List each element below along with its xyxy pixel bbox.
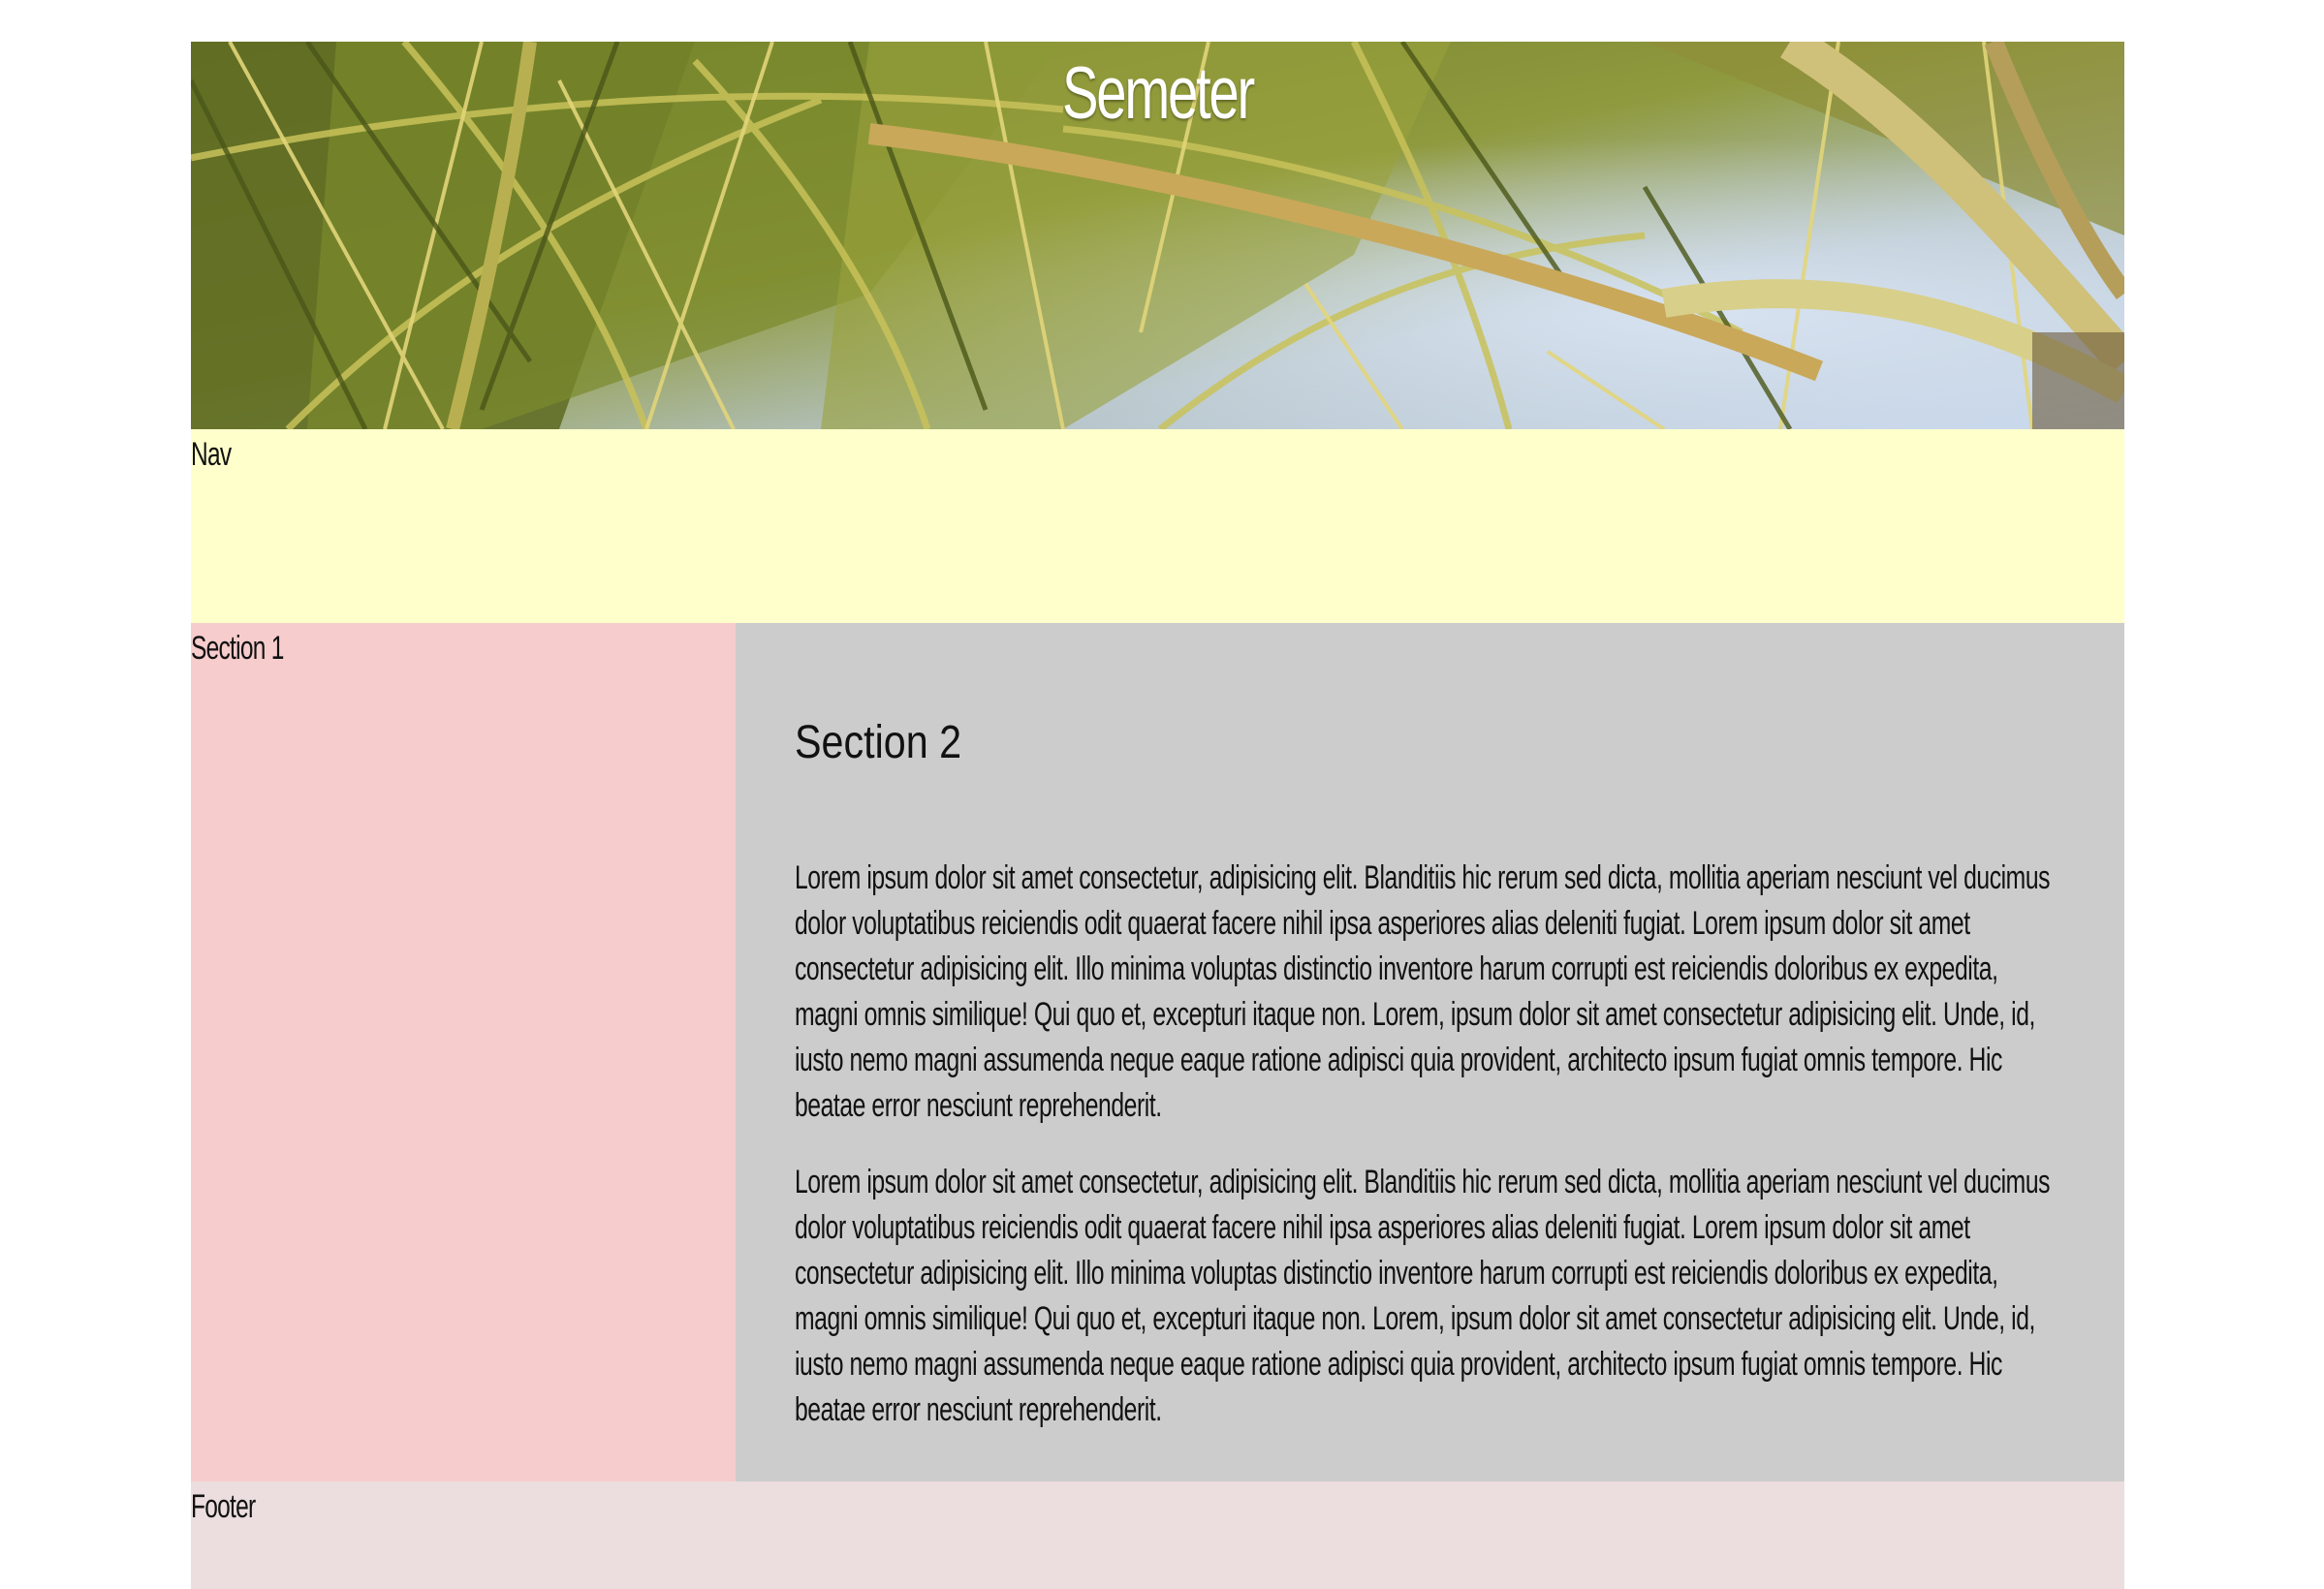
site-title: Semeter (1061, 52, 1255, 135)
nav-region: Nav (191, 429, 2124, 623)
section-2: Section 2 Lorem ipsum dolor sit amet con… (736, 623, 2124, 1481)
header-banner: Semeter (191, 42, 2124, 429)
section-1: Section 1 (191, 623, 736, 1481)
footer-region: Footer (191, 1481, 2124, 1589)
section-1-label: Section 1 (191, 630, 284, 667)
page-container: Semeter Nav Section 1 Section 2 Lorem ip… (191, 42, 2124, 1589)
section-2-paragraph-2-wrap: Lorem ipsum dolor sit amet consectetur, … (795, 1160, 2064, 1433)
section-2-paragraph: Lorem ipsum dolor sit amet consectetur, … (795, 859, 2051, 1124)
footer-label: Footer (191, 1488, 256, 1525)
section-2-paragraph-1-wrap: Lorem ipsum dolor sit amet consectetur, … (795, 856, 2064, 1129)
nav-label: Nav (191, 436, 232, 473)
section-2-heading: Section 2 (795, 717, 962, 768)
section-2-paragraph: Lorem ipsum dolor sit amet consectetur, … (795, 1164, 2051, 1428)
